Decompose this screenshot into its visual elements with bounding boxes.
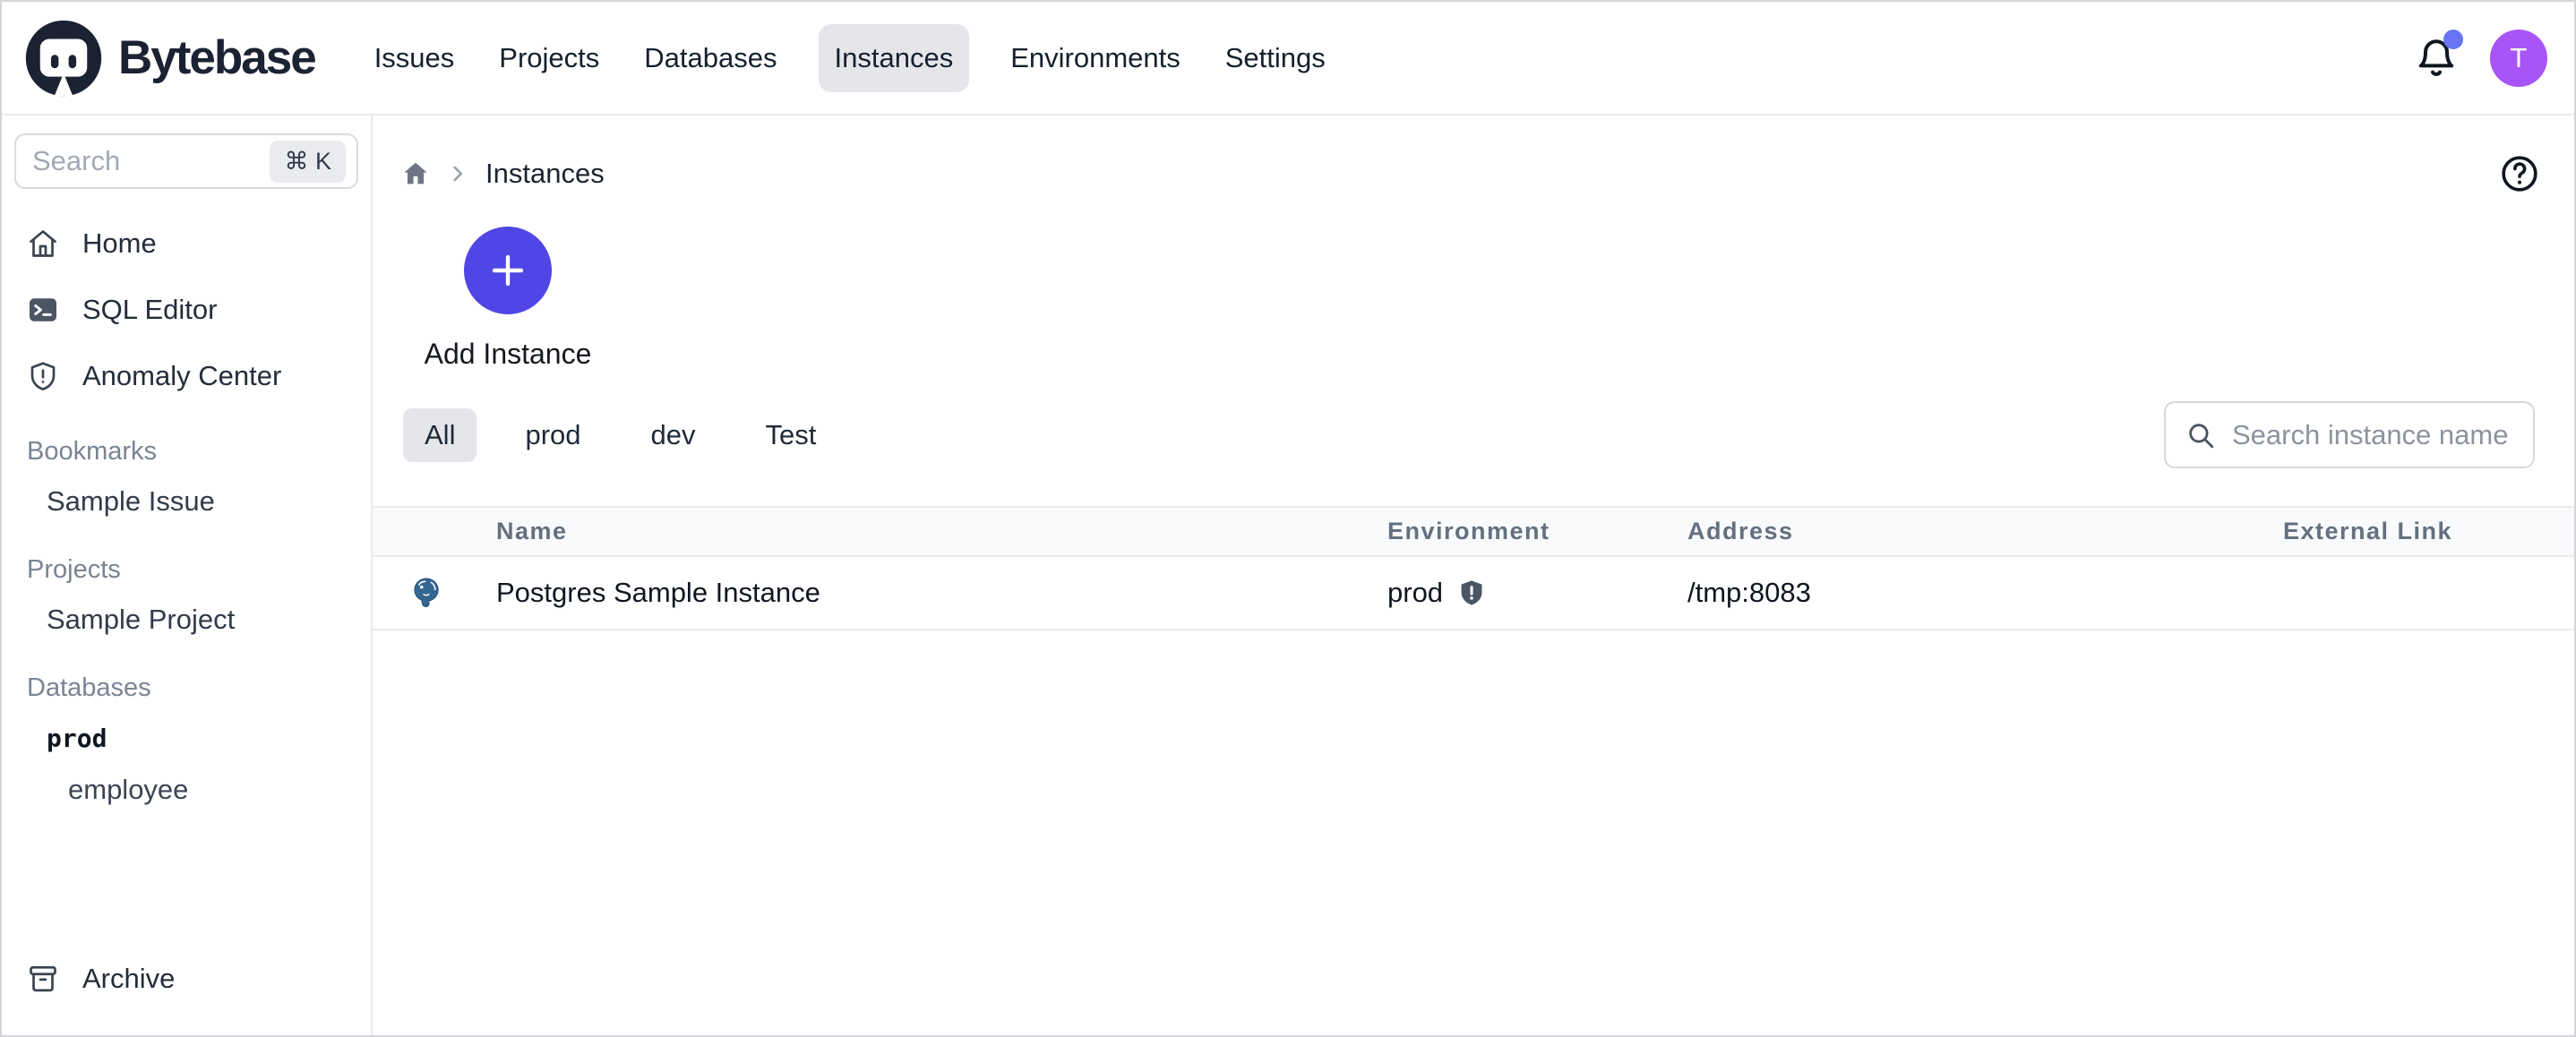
archive-icon: [27, 963, 59, 995]
sidebar-search[interactable]: ⌘ K: [14, 133, 358, 189]
nav-item-databases[interactable]: Databases: [640, 24, 780, 92]
sidebar-item-home[interactable]: Home: [2, 210, 371, 277]
environment-label: prod: [1387, 577, 1443, 609]
instance-search-box[interactable]: [2164, 401, 2535, 468]
top-navbar: Bytebase Issues Projects Databases Insta…: [2, 2, 2574, 116]
instance-name-cell[interactable]: Postgres Sample Instance: [480, 556, 1371, 630]
project-sample-project[interactable]: Sample Project: [2, 594, 371, 646]
navbar-right: T: [2415, 30, 2547, 87]
add-instance-button[interactable]: [464, 227, 552, 314]
sidebar-item-archive[interactable]: Archive: [2, 946, 371, 1012]
sidebar-item-label: Home: [82, 227, 157, 260]
section-label-databases: Databases: [2, 664, 371, 712]
nav-item-environments[interactable]: Environments: [1007, 24, 1184, 92]
notification-bell-icon[interactable]: [2415, 37, 2458, 80]
nav-item-instances[interactable]: Instances: [819, 24, 970, 92]
col-name: Name: [480, 507, 1371, 556]
sidebar-section-bookmarks: Bookmarks Sample Issue: [2, 427, 371, 527]
table-header-row: Name Environment Address External Link: [373, 507, 2574, 556]
plus-icon: [486, 249, 529, 292]
col-address: Address: [1671, 507, 2267, 556]
nav-item-issues[interactable]: Issues: [371, 24, 459, 92]
breadcrumb: Instances: [373, 116, 2574, 201]
home-icon: [27, 227, 59, 260]
primary-nav: Issues Projects Databases Instances Envi…: [371, 24, 1329, 92]
database-employee[interactable]: employee: [2, 764, 371, 816]
terminal-icon: [27, 294, 59, 326]
address-cell: /tmp:8083: [1671, 556, 2267, 630]
filter-tab-all[interactable]: All: [403, 408, 477, 462]
sidebar-spacer: [2, 816, 371, 946]
filter-tab-test[interactable]: Test: [743, 408, 837, 462]
bookmark-sample-issue[interactable]: Sample Issue: [2, 476, 371, 527]
search-icon: [2185, 420, 2216, 450]
help-icon[interactable]: [2499, 153, 2540, 194]
filter-tab-prod[interactable]: prod: [503, 408, 602, 462]
sidebar-item-anomaly-center[interactable]: Anomaly Center: [2, 343, 371, 409]
col-environment: Environment: [1371, 507, 1671, 556]
keyboard-shortcut-badge: ⌘ K: [270, 141, 346, 183]
nav-item-settings[interactable]: Settings: [1222, 24, 1329, 92]
notification-dot: [2443, 30, 2463, 49]
instances-table: Name Environment Address External Link: [373, 506, 2574, 630]
sidebar-item-label: Archive: [82, 963, 175, 995]
protected-shield-icon: [1457, 578, 1486, 607]
breadcrumb-current: Instances: [485, 158, 605, 190]
nav-item-projects[interactable]: Projects: [495, 24, 603, 92]
sidebar-search-input[interactable]: [32, 145, 270, 177]
col-external-link: External Link: [2267, 507, 2574, 556]
brand-name: Bytebase: [118, 30, 315, 85]
table-row[interactable]: Postgres Sample Instance prod: [373, 556, 2574, 630]
user-avatar[interactable]: T: [2490, 30, 2547, 87]
sidebar-item-label: SQL Editor: [82, 294, 217, 326]
environment-cell: prod: [1371, 556, 1671, 630]
add-instance-label: Add Instance: [425, 338, 592, 371]
sidebar-section-databases: Databases prod employee: [2, 664, 371, 816]
database-env-prod[interactable]: prod: [2, 712, 371, 764]
filter-row: All prod dev Test: [373, 401, 2574, 468]
bytebase-app-window: Bytebase Issues Projects Databases Insta…: [0, 0, 2576, 1037]
bytebase-logo[interactable]: Bytebase: [23, 18, 315, 99]
section-label-bookmarks: Bookmarks: [2, 427, 371, 476]
instance-search-input[interactable]: [2232, 419, 2513, 451]
sidebar-item-sql-editor[interactable]: SQL Editor: [2, 277, 371, 343]
sidebar-section-projects: Projects Sample Project: [2, 545, 371, 646]
main-content: Instances Add Instance: [373, 116, 2574, 1035]
section-label-projects: Projects: [2, 545, 371, 594]
sidebar: ⌘ K Home SQL Editor: [2, 116, 373, 1035]
add-instance-block: Add Instance: [414, 227, 602, 371]
sidebar-item-label: Anomaly Center: [82, 360, 281, 392]
engine-cell: [373, 556, 480, 630]
postgresql-icon: [409, 576, 443, 610]
bytebase-logo-icon: [23, 18, 104, 99]
shield-alert-icon: [27, 360, 59, 392]
col-engine: [373, 507, 480, 556]
chevron-right-icon: [446, 162, 469, 185]
breadcrumb-home-icon[interactable]: [401, 159, 430, 188]
external-link-cell: [2267, 556, 2574, 630]
filter-tab-dev[interactable]: dev: [630, 408, 717, 462]
